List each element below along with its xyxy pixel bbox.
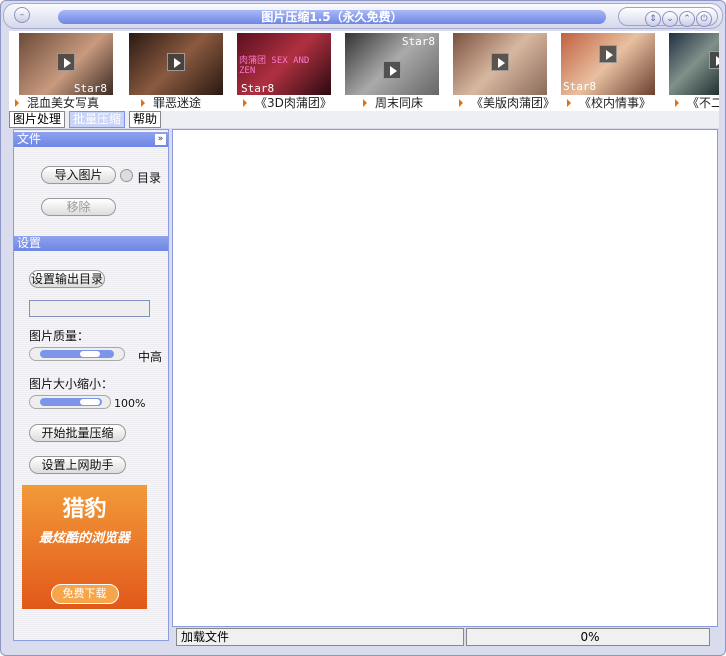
tab-help[interactable]: 帮助	[129, 111, 162, 128]
collapse-icon[interactable]: »	[155, 134, 166, 145]
window-controls: ⇕ ⌄ ⌃ ⏻	[618, 7, 718, 27]
directory-label: 目录	[137, 171, 162, 185]
slider-fill	[40, 350, 114, 358]
set-proxy-button[interactable]: 设置上网助手	[29, 456, 126, 474]
window-title: 图片压缩1.5（永久免费）	[58, 10, 606, 24]
thumbnail-5[interactable]: Star8	[561, 33, 655, 95]
slider-knob[interactable]	[80, 351, 100, 357]
quality-value: 中高	[138, 350, 163, 364]
thumbnail-label[interactable]: 《校内情事》	[567, 94, 651, 111]
quality-slider[interactable]	[29, 347, 125, 361]
ad-slogan: 最炫酷的浏览器	[38, 531, 130, 546]
play-icon	[57, 53, 75, 71]
play-icon	[167, 53, 185, 71]
chevron-down-icon[interactable]: ⌄	[662, 11, 678, 27]
tab-image-process[interactable]: 图片处理	[9, 111, 66, 128]
size-value: 100%	[114, 397, 146, 410]
status-text: 加载文件	[176, 628, 464, 646]
thumbnail-label[interactable]: 罪恶迷途	[141, 94, 201, 111]
slider-knob[interactable]	[80, 399, 100, 405]
play-icon	[491, 53, 509, 71]
section-title: 文件	[17, 132, 42, 146]
thumbnail-label[interactable]: 混血美女写真	[15, 94, 99, 111]
chevron-up-icon[interactable]: ⌃	[679, 11, 695, 27]
power-icon[interactable]: ⏻	[696, 11, 712, 27]
tab-batch-compress[interactable]: 批量压缩	[69, 111, 126, 128]
play-icon	[599, 45, 617, 63]
settings-section-header[interactable]: 设置	[14, 236, 168, 251]
poster-title: 肉蒲团 SEX AND ZEN	[239, 56, 310, 76]
file-section-header[interactable]: 文件 »	[14, 132, 168, 147]
browser-ad-banner[interactable]: 猎豹 最炫酷的浏览器 免费下载	[22, 485, 147, 609]
remove-button[interactable]: 移除	[41, 198, 116, 216]
thumbnail-6[interactable]	[669, 33, 719, 95]
title-bar[interactable]: – 图片压缩1.5（永久免费） ⇕ ⌄ ⌃ ⏻	[3, 3, 723, 29]
video-thumbnail-strip: Star8 混血美女写真 罪恶迷途 肉蒲团 SEX AND ZEN Star8 《…	[9, 31, 719, 111]
start-batch-compress-button[interactable]: 开始批量压缩	[29, 424, 126, 442]
app-window: – 图片压缩1.5（永久免费） ⇕ ⌄ ⌃ ⏻ Star8 混血美女写真 罪恶迷…	[0, 0, 726, 656]
progress-text: 0%	[466, 628, 710, 646]
thumbnail-4[interactable]	[453, 33, 547, 95]
watermark: Star8	[401, 35, 435, 48]
thumbnail-2[interactable]: 肉蒲团 SEX AND ZEN Star8	[237, 33, 331, 95]
minimize-button[interactable]: –	[14, 7, 30, 23]
thumbnail-label[interactable]: 周末同床	[363, 94, 423, 111]
play-icon	[383, 61, 401, 79]
output-dir-input[interactable]	[29, 300, 150, 317]
directory-radio[interactable]	[120, 169, 133, 182]
ad-download-button[interactable]: 免费下载	[50, 584, 119, 604]
set-output-dir-button[interactable]: 设置输出目录	[29, 270, 105, 288]
thumbnail-3[interactable]: Star8	[345, 33, 439, 95]
tab-bar: 图片处理 批量压缩 帮助	[9, 111, 719, 128]
size-slider[interactable]	[29, 395, 111, 409]
thumbnail-1[interactable]	[129, 33, 223, 95]
import-images-button[interactable]: 导入图片	[41, 166, 116, 184]
file-list-area[interactable]	[172, 129, 718, 627]
thumbnail-0[interactable]: Star8	[19, 33, 113, 95]
restore-icon[interactable]: ⇕	[645, 11, 661, 27]
ad-brand: 猎豹	[62, 497, 107, 522]
left-panel: 文件 » 导入图片 目录 移除 设置 设置输出目录 图片质量： 中高 图片大小缩小…	[13, 129, 169, 641]
thumbnail-label[interactable]: 《3D肉蒲团》	[243, 94, 332, 111]
size-label: 图片大小缩小：	[29, 377, 114, 391]
thumbnail-label[interactable]: 《不二	[675, 94, 719, 111]
watermark: Star8	[563, 80, 597, 93]
thumbnail-label[interactable]: 《美版肉蒲团》	[459, 94, 555, 111]
play-icon	[709, 51, 719, 69]
quality-label: 图片质量：	[29, 329, 90, 343]
